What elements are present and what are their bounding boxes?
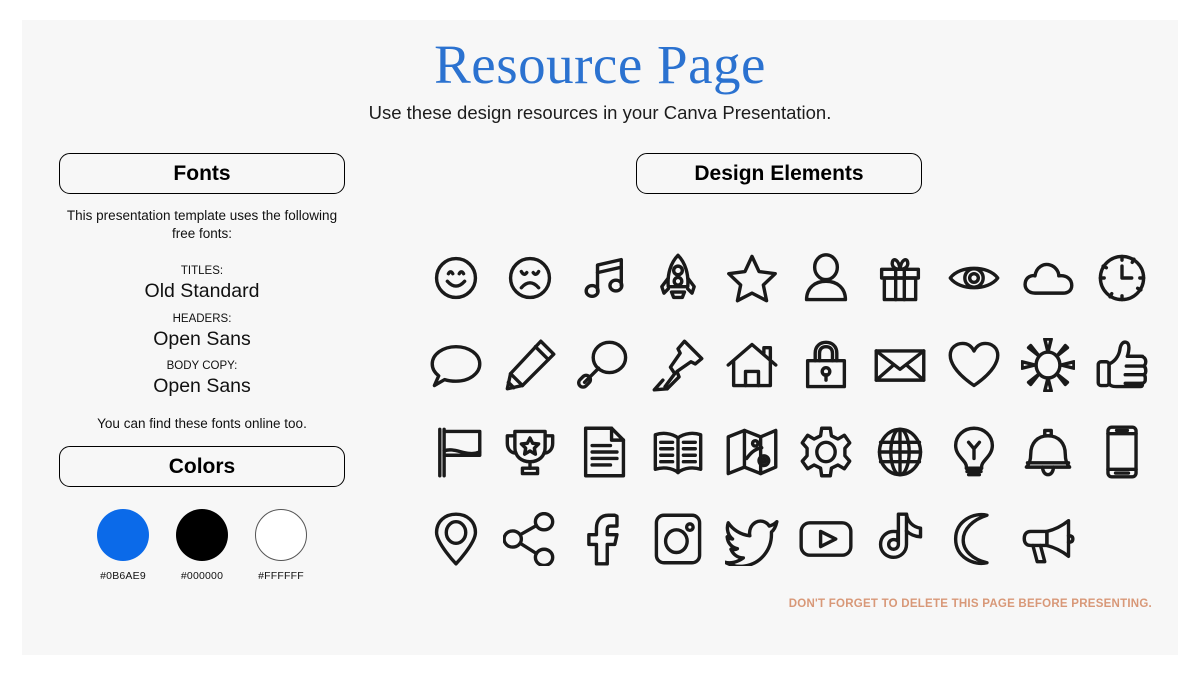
font-entry-name: Open Sans: [153, 375, 251, 397]
slide-canvas: Resource Page Use these design resources…: [22, 20, 1178, 655]
thumbs-up-icon[interactable]: [1091, 334, 1153, 396]
share-icon[interactable]: [499, 508, 561, 570]
font-entry-label: HEADERS:: [172, 313, 232, 325]
sad-face-icon[interactable]: [499, 247, 561, 309]
heart-icon[interactable]: [943, 334, 1005, 396]
colors-section-label: Colors: [168, 454, 236, 478]
color-swatch-hex: #000000: [180, 570, 224, 582]
flag-icon[interactable]: [425, 421, 487, 483]
eye-icon[interactable]: [943, 247, 1005, 309]
clock-icon[interactable]: [1091, 247, 1153, 309]
page-subtitle: Use these design resources in your Canva…: [368, 102, 832, 123]
star-icon[interactable]: [721, 247, 783, 309]
delete-page-warning: DON'T FORGET TO DELETE THIS PAGE BEFORE …: [788, 598, 1152, 610]
youtube-icon[interactable]: [795, 508, 857, 570]
rocket-icon[interactable]: [647, 247, 709, 309]
moon-icon[interactable]: [943, 508, 1005, 570]
cloud-icon[interactable]: [1017, 247, 1079, 309]
house-icon[interactable]: [721, 334, 783, 396]
color-swatch-hex: #0B6AE9: [100, 570, 146, 582]
megaphone-icon[interactable]: [1017, 508, 1079, 570]
design-elements-section-header: Design Elements: [636, 153, 922, 194]
color-swatch-hex: #FFFFFF: [258, 570, 304, 582]
fonts-intro-text: This presentation template uses the foll…: [66, 208, 338, 241]
location-pin-icon[interactable]: [425, 508, 487, 570]
font-entry-label: BODY COPY:: [166, 360, 238, 372]
magnifying-glass-icon[interactable]: [573, 334, 635, 396]
phone-icon[interactable]: [1091, 421, 1153, 483]
speech-bubble-icon[interactable]: [425, 334, 487, 396]
font-entry-headers: HEADERS: Open Sans: [59, 312, 345, 351]
trophy-icon[interactable]: [499, 421, 561, 483]
envelope-icon[interactable]: [869, 334, 931, 396]
twitter-icon[interactable]: [721, 508, 783, 570]
sun-icon[interactable]: [1017, 334, 1079, 396]
facebook-icon[interactable]: [573, 508, 635, 570]
font-entry-body-copy: BODY COPY: Open Sans: [59, 359, 345, 398]
pencil-icon[interactable]: [499, 334, 561, 396]
color-swatch-dot[interactable]: [255, 509, 307, 561]
font-entry-name: Open Sans: [153, 328, 251, 350]
book-icon[interactable]: [647, 421, 709, 483]
colors-section-header: Colors: [59, 446, 345, 487]
fonts-outro-text: You can find these fonts online too.: [97, 416, 307, 431]
font-entry-name: Old Standard: [144, 280, 260, 302]
person-icon[interactable]: [795, 247, 857, 309]
tiktok-icon[interactable]: [869, 508, 931, 570]
color-swatch-item[interactable]: #0B6AE9: [92, 509, 154, 582]
color-swatch-dot[interactable]: [97, 509, 149, 561]
bell-icon[interactable]: [1017, 421, 1079, 483]
globe-icon[interactable]: [869, 421, 931, 483]
instagram-icon[interactable]: [647, 508, 709, 570]
design-elements-section-label: Design Elements: [694, 161, 864, 185]
gear-icon[interactable]: [795, 421, 857, 483]
document-icon[interactable]: [573, 421, 635, 483]
music-note-icon[interactable]: [573, 247, 635, 309]
gift-icon[interactable]: [869, 247, 931, 309]
map-icon[interactable]: [721, 421, 783, 483]
color-swatch-item[interactable]: #000000: [171, 509, 233, 582]
page-title: Resource Page: [434, 34, 766, 95]
smiley-face-icon[interactable]: [425, 247, 487, 309]
design-elements-grid: [419, 234, 1159, 582]
fonts-section-header: Fonts: [59, 153, 345, 194]
lock-icon[interactable]: [795, 334, 857, 396]
font-entry-titles: TITLES: Old Standard: [59, 264, 345, 303]
lightbulb-icon[interactable]: [943, 421, 1005, 483]
font-entry-label: TITLES:: [180, 265, 224, 277]
color-swatch-dot[interactable]: [176, 509, 228, 561]
fonts-section-label: Fonts: [173, 161, 231, 185]
color-swatch-row: #0B6AE9 #000000 #FFFFFF: [59, 509, 345, 582]
pushpin-icon[interactable]: [647, 334, 709, 396]
color-swatch-item[interactable]: #FFFFFF: [250, 509, 312, 582]
